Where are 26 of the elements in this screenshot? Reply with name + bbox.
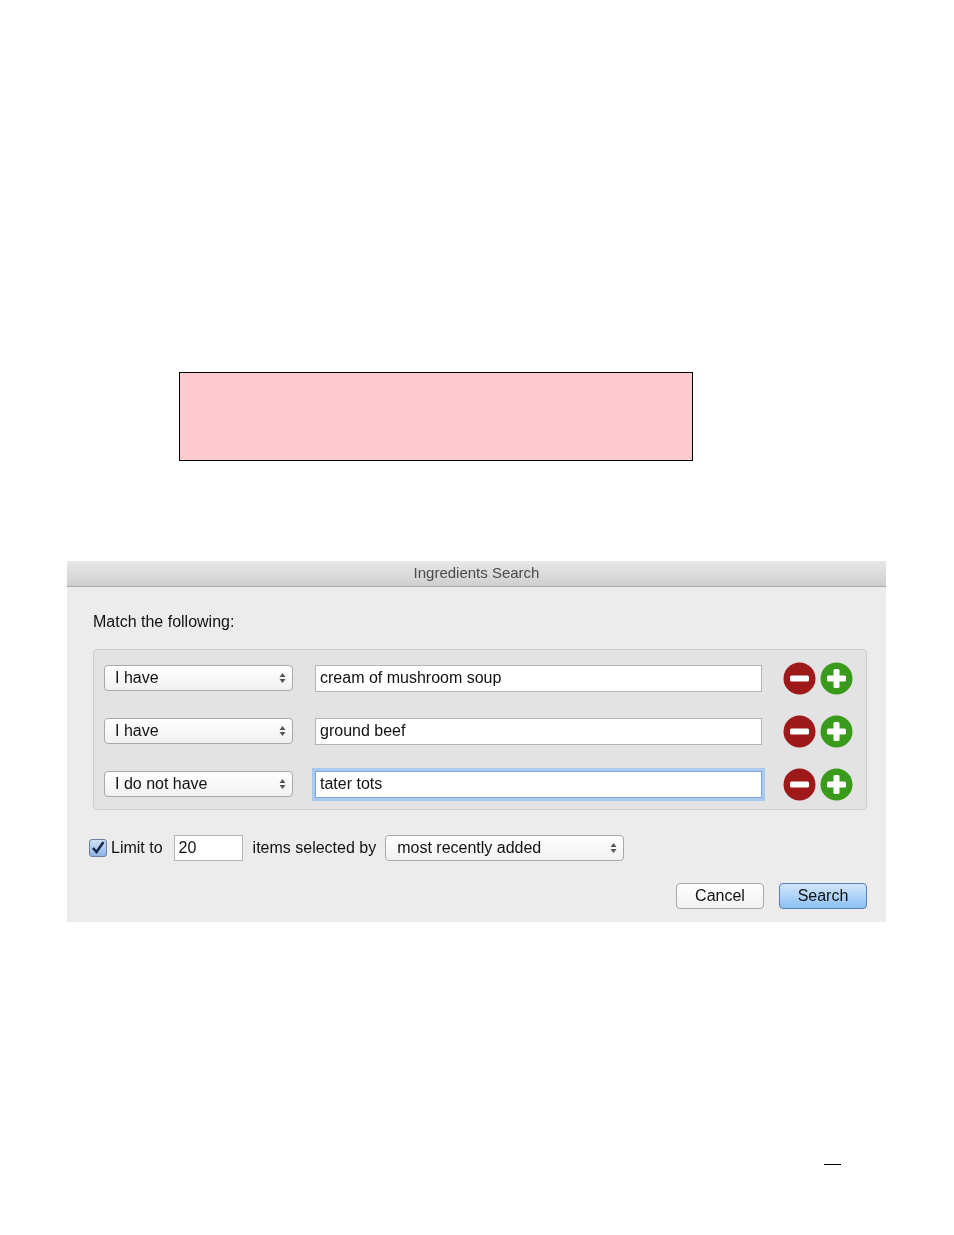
add-icon[interactable] bbox=[820, 661, 853, 695]
items-selected-label: items selected by bbox=[252, 838, 377, 858]
stepper-arrows-icon bbox=[279, 672, 286, 684]
sort-order-dropdown[interactable]: most recently added bbox=[385, 835, 625, 861]
stepper-arrows-icon bbox=[279, 778, 286, 790]
ingredient-field[interactable]: cream of mushroom soup bbox=[315, 664, 762, 692]
window-title: Ingredients Search bbox=[413, 563, 540, 584]
limit-field[interactable]: 20 bbox=[173, 835, 243, 861]
cancel-button[interactable]: Cancel bbox=[676, 883, 764, 909]
remove-icon[interactable] bbox=[783, 714, 816, 748]
search-button[interactable]: Search bbox=[779, 883, 867, 909]
condition-dropdown[interactable]: I do not have bbox=[104, 771, 293, 797]
checkmark-icon bbox=[91, 841, 105, 855]
ingredient-field[interactable]: ground beef bbox=[315, 717, 762, 745]
add-icon[interactable] bbox=[820, 767, 853, 801]
heading-label: Match the following: bbox=[93, 613, 235, 630]
ingredient-field[interactable]: tater tots bbox=[315, 770, 762, 798]
checkbox[interactable] bbox=[89, 839, 107, 857]
stepper-arrows-icon bbox=[610, 842, 618, 854]
remove-icon[interactable] bbox=[783, 661, 816, 695]
stepper-arrows-icon bbox=[279, 725, 286, 737]
condition-dropdown[interactable]: I have bbox=[104, 665, 293, 691]
condition-dropdown[interactable]: I have bbox=[104, 718, 293, 744]
remove-icon[interactable] bbox=[783, 767, 816, 801]
add-icon[interactable] bbox=[820, 714, 853, 748]
limit-label: Limit to bbox=[111, 838, 163, 858]
